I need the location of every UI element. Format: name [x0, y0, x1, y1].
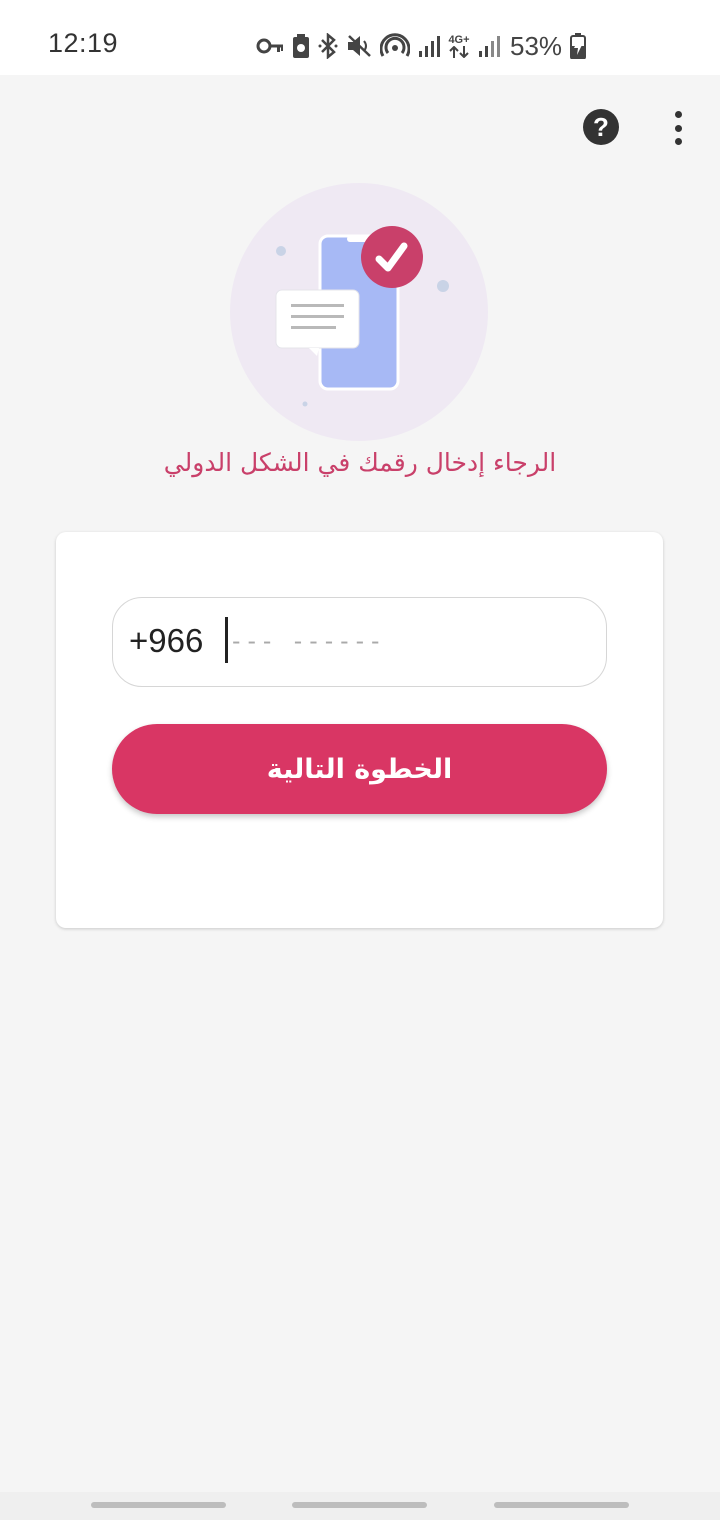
country-code[interactable]: +966: [129, 622, 203, 660]
battery-percent: 53%: [510, 30, 563, 61]
mute-icon: [348, 35, 371, 57]
phone-entry-card: +966 الخطوة التالية: [56, 532, 663, 928]
battery-saver-icon: [293, 34, 309, 58]
battery-charging-icon: [570, 33, 587, 59]
overflow-dot: [674, 138, 682, 145]
phone-number-field[interactable]: +966: [112, 597, 607, 687]
next-step-button[interactable]: الخطوة التالية: [112, 724, 607, 814]
help-circle-icon[interactable]: ?: [583, 109, 619, 145]
nav-recents-handle[interactable]: [91, 1502, 226, 1508]
prompt-text: الرجاء إدخال رقمك في الشكل الدولي: [163, 448, 557, 477]
phone-verified-illustration: [230, 183, 488, 441]
overflow-dot: [674, 124, 682, 132]
status-bar: 12:19 4G+ 53%: [0, 0, 720, 75]
message-bubble: [275, 289, 360, 356]
illustration-dot: [302, 401, 308, 407]
vpn-key-icon: [256, 38, 283, 54]
nav-back-handle[interactable]: [494, 1502, 629, 1508]
network-type-label: 4G+: [448, 33, 470, 46]
signal-icon-2: [479, 36, 500, 57]
navigation-bar: [0, 1492, 720, 1520]
status-time: 12:19: [48, 28, 119, 58]
check-badge-icon: [361, 226, 423, 288]
help-glyph: ?: [593, 111, 609, 142]
nav-home-handle[interactable]: [292, 1502, 427, 1508]
phone-input[interactable]: [229, 620, 589, 662]
bluetooth-icon: [318, 33, 338, 59]
overflow-dot: [674, 111, 682, 118]
status-icons: 4G+ 53%: [256, 30, 587, 62]
illustration-dot: [276, 246, 286, 256]
data-arrows-icon: 4G+: [448, 33, 470, 58]
illustration-dot: [437, 280, 449, 292]
text-cursor: [225, 617, 228, 663]
more-vertical-icon[interactable]: [664, 108, 692, 148]
signal-icon: [419, 36, 440, 57]
hotspot-icon: [380, 33, 410, 57]
